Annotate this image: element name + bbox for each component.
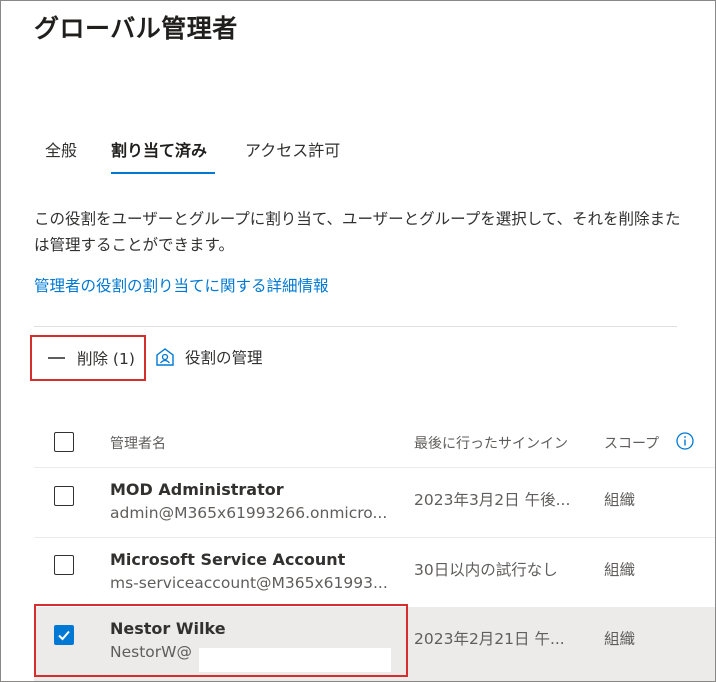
table-row[interactable]: Microsoft Service Account ms-serviceacco…	[34, 538, 715, 606]
info-icon[interactable]	[676, 432, 694, 450]
last-signin: 30日以内の試行なし	[414, 561, 558, 579]
tab-permissions[interactable]: アクセス許可	[245, 137, 340, 161]
remove-button-label: 削除 (1)	[77, 350, 135, 368]
admin-email: admin@M365x61993266.onmicro...	[110, 504, 388, 522]
column-header-name[interactable]: 管理者名	[110, 433, 166, 453]
table-header: 管理者名 最後に行ったサインイン スコープ	[34, 421, 715, 465]
toolbar-divider	[34, 326, 677, 327]
admin-name: Microsoft Service Account	[110, 550, 346, 569]
role-panel: グローバル管理者 全般 割り当て済み アクセス許可 この役割をユーザーとグループ…	[0, 0, 716, 682]
last-signin: 2023年2月21日 午...	[414, 630, 565, 648]
page-title: グローバル管理者	[34, 14, 238, 43]
row-checkbox-checked[interactable]	[54, 625, 74, 645]
column-header-last-signin[interactable]: 最後に行ったサインイン	[414, 433, 568, 453]
tab-assigned[interactable]: 割り当て済み	[111, 137, 207, 161]
redaction-block	[199, 648, 391, 672]
admin-email: ms-serviceaccount@M365x61993...	[110, 574, 388, 592]
role-description: この役割をユーザーとグループに割り当て、ユーザーとグループを選択して、それを削除…	[34, 210, 681, 254]
scope: 組織	[604, 561, 636, 579]
manage-role-label: 役割の管理	[185, 349, 263, 367]
admin-email: NestorW@	[110, 643, 192, 661]
row-checkbox[interactable]	[54, 486, 74, 506]
admin-name: Nestor Wilke	[110, 619, 226, 638]
table-row-selected[interactable]: Nestor Wilke NestorW@ 2023年2月21日 午... 組織	[34, 607, 715, 681]
last-signin: 2023年3月2日 午後...	[414, 491, 571, 509]
column-header-scope[interactable]: スコープ	[604, 433, 659, 453]
row-checkbox[interactable]	[54, 555, 74, 575]
table-row[interactable]: MOD Administrator admin@M365x61993266.on…	[34, 468, 715, 536]
manage-role-icon	[156, 348, 174, 366]
remove-button[interactable]: 削除 (1)	[30, 335, 146, 381]
admin-name: MOD Administrator	[110, 480, 284, 499]
scope: 組織	[604, 630, 636, 648]
checkmark-icon	[58, 630, 70, 641]
active-tab-indicator	[111, 172, 215, 174]
minus-icon	[48, 357, 65, 359]
scope: 組織	[604, 491, 636, 509]
select-all-checkbox[interactable]	[54, 432, 74, 452]
learn-more-link[interactable]: 管理者の役割の割り当てに関する詳細情報	[34, 274, 329, 296]
tab-general[interactable]: 全般	[45, 137, 77, 161]
